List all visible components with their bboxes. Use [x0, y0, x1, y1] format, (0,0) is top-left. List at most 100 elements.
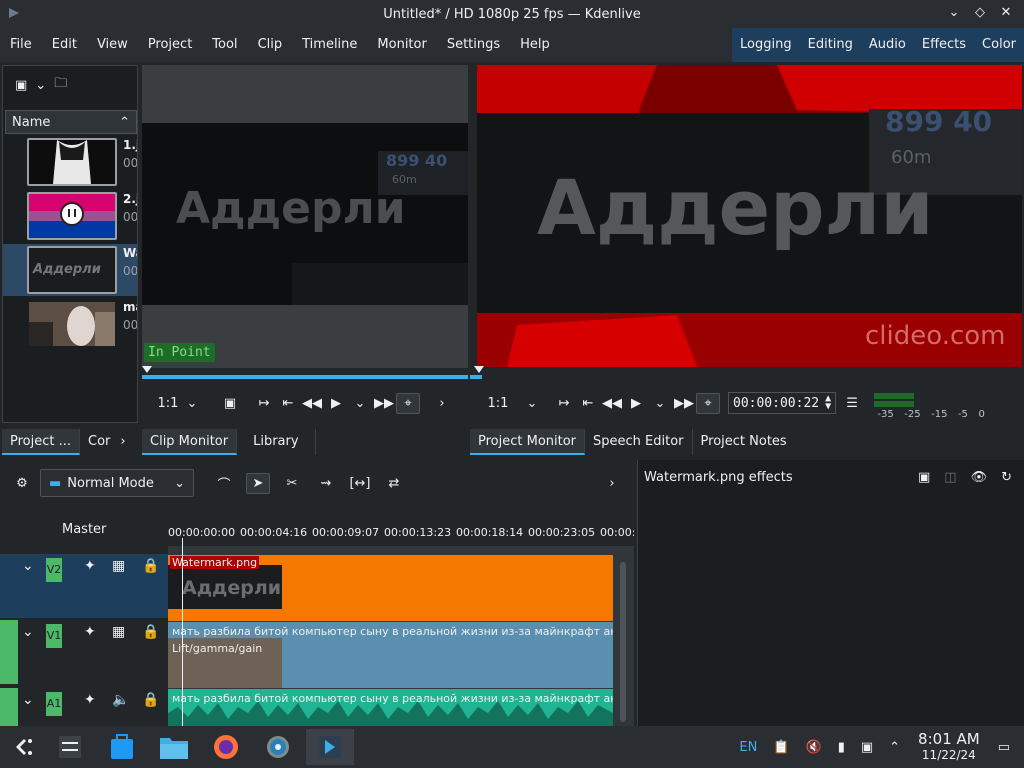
timeline-tracks[interactable]: 00:00:00:00 00:00:04:16 00:00:09:07 00:0… — [168, 522, 634, 726]
slip-tool-icon[interactable]: ⇝ — [314, 476, 338, 491]
timeline-scrollbar[interactable] — [620, 562, 626, 722]
maximize-icon[interactable]: ◇ — [972, 4, 988, 22]
slide-tool-icon[interactable]: ⇄ — [382, 476, 406, 491]
layout-logging[interactable]: Logging — [732, 28, 800, 62]
menu-view[interactable]: View — [87, 28, 138, 62]
battery-icon[interactable]: ▮ — [838, 740, 845, 755]
tab-compositions[interactable]: Cor — [80, 429, 118, 455]
tab-project-bin[interactable]: Project ... — [2, 429, 81, 455]
eye-icon[interactable]: 👁 — [971, 470, 988, 485]
lock-icon[interactable]: 🔒 — [142, 692, 159, 708]
keyboard-layout[interactable]: EN — [739, 740, 757, 755]
timeline-playhead[interactable] — [182, 538, 183, 726]
tab-library[interactable]: Library — [237, 429, 316, 455]
track-header-a1[interactable]: ⌄ A1 ✦ 🔈 🔒 — [0, 688, 168, 726]
edit-mode-select[interactable]: ▬ Normal Mode ⌄ — [40, 469, 194, 497]
play-icon[interactable]: ▶ — [624, 396, 648, 411]
menu-timeline[interactable]: Timeline — [292, 28, 367, 62]
layout-color[interactable]: Color — [974, 28, 1024, 62]
effect-wand-icon[interactable]: ✦ — [84, 558, 96, 574]
timeline-clip-audio[interactable]: мать разбила битой компьютер сыну в реал… — [168, 689, 613, 726]
taskbar-kdenlive[interactable] — [306, 729, 354, 765]
clock[interactable]: 8:01 AM 11/22/24 — [918, 731, 980, 763]
playhead-marker-icon[interactable] — [142, 366, 152, 373]
taskbar-settings[interactable] — [46, 729, 94, 765]
show-desktop-icon[interactable]: ▭ — [998, 740, 1010, 755]
playhead-marker-icon[interactable] — [474, 366, 484, 373]
play-icon[interactable]: ▶ — [324, 396, 348, 411]
timeline-clip-watermark[interactable]: Аддерли Watermark.png — [168, 555, 613, 621]
track-tag[interactable]: A1 — [46, 692, 62, 716]
effect-wand-icon[interactable]: ✦ — [84, 624, 96, 640]
volume-muted-icon[interactable]: 🔇 — [806, 740, 822, 755]
chevron-up-icon[interactable]: ⌃ — [889, 740, 900, 755]
menu-monitor[interactable]: Monitor — [367, 28, 436, 62]
menu-project[interactable]: Project — [138, 28, 202, 62]
chevron-down-icon[interactable]: ⌄ — [180, 396, 204, 411]
menu-settings[interactable]: Settings — [437, 28, 510, 62]
menu-edit[interactable]: Edit — [42, 28, 87, 62]
rewind-icon[interactable]: ◀◀ — [600, 396, 624, 411]
lock-icon[interactable]: 🔒 — [142, 558, 159, 574]
hamburger-menu-icon[interactable]: ☰ — [840, 396, 864, 411]
crop-icon[interactable]: ⌖ — [696, 392, 720, 414]
tab-project-notes[interactable]: Project Notes — [693, 429, 795, 455]
taskbar-firefox[interactable] — [202, 729, 250, 765]
layout-editing[interactable]: Editing — [800, 28, 861, 62]
selection-tool-icon[interactable]: ➤ — [246, 472, 270, 494]
spin-arrows-icon[interactable]: ▲ ▼ — [825, 394, 831, 412]
chevron-right-icon[interactable]: › — [430, 396, 454, 411]
chevron-right-icon[interactable]: › — [600, 476, 624, 491]
tab-clip-monitor[interactable]: Clip Monitor — [142, 429, 238, 455]
taskbar-store[interactable] — [98, 729, 146, 765]
layout-audio[interactable]: Audio — [861, 28, 914, 62]
chevron-right-icon[interactable]: › — [118, 429, 127, 455]
layout-effects[interactable]: Effects — [914, 28, 974, 62]
bin-item[interactable]: ma 00 — [3, 298, 137, 350]
clipboard-icon[interactable]: 📋 — [773, 740, 789, 755]
menu-clip[interactable]: Clip — [248, 28, 293, 62]
track-header-v2[interactable]: ⌄ V2 ✦ ▦ 🔒 — [0, 554, 168, 618]
rewind-icon[interactable]: ◀◀ — [300, 396, 324, 411]
taskbar-system-settings[interactable] — [254, 729, 302, 765]
razor-tool-icon[interactable]: ✂ — [280, 476, 304, 491]
chevron-down-icon[interactable]: ⌄ — [648, 396, 672, 411]
lock-icon[interactable]: 🔒 — [142, 624, 159, 640]
save-effect-icon[interactable]: ▣ — [918, 470, 930, 485]
chevron-down-icon[interactable]: ⌄ — [35, 78, 46, 93]
tab-project-monitor[interactable]: Project Monitor — [470, 429, 586, 455]
project-monitor-ruler[interactable] — [470, 366, 1022, 380]
collapse-chevron-icon[interactable]: ⌄ — [22, 558, 34, 574]
project-monitor[interactable]: Аддерли 899 40 60m clideo.com — [477, 65, 1022, 367]
clip-monitor[interactable]: Аддерли 899 40 60m In Point — [142, 65, 468, 370]
chevron-down-icon[interactable]: ⌄ — [520, 396, 544, 411]
compare-icon[interactable]: ◫ — [944, 470, 956, 485]
master-label[interactable]: Master — [62, 522, 106, 537]
fast-forward-icon[interactable]: ▶▶ — [372, 396, 396, 411]
clip-zoom-value[interactable]: 1:1 — [156, 396, 180, 411]
bin-name-column-header[interactable]: Name ⌃ — [5, 110, 137, 134]
project-zoom-value[interactable]: 1:1 — [486, 396, 510, 411]
track-tag[interactable]: V1 — [46, 624, 62, 648]
kdenlive-app-icon[interactable] — [6, 5, 22, 21]
set-out-point-icon[interactable]: ⇤ — [576, 396, 600, 411]
add-clip-icon[interactable]: ▣ — [15, 78, 27, 93]
clip-monitor-ruler[interactable] — [142, 366, 468, 380]
bin-item[interactable]: 1.j 00 — [3, 136, 137, 188]
menu-tool[interactable]: Tool — [202, 28, 247, 62]
timeline-settings-icon[interactable]: ⚙ — [10, 476, 34, 491]
collapse-chevron-icon[interactable]: ⌄ — [22, 624, 34, 640]
bin-item[interactable]: 2.j 00 — [3, 190, 137, 242]
app-launcher[interactable] — [0, 729, 48, 765]
minimize-icon[interactable]: ⌄ — [946, 4, 962, 22]
timecode-field[interactable]: 00:00:00:22 ▲ ▼ — [728, 392, 837, 414]
film-icon[interactable]: ▦ — [112, 624, 125, 640]
track-header-v1[interactable]: ⌄ V1 ✦ ▦ 🔒 — [0, 620, 168, 684]
speaker-icon[interactable]: 🔈 — [112, 692, 129, 708]
set-in-out-icon[interactable]: ▣ — [218, 396, 242, 411]
fast-forward-icon[interactable]: ▶▶ — [672, 396, 696, 411]
set-out-point-icon[interactable]: ⇤ — [276, 396, 300, 411]
set-in-point-icon[interactable]: ↦ — [252, 396, 276, 411]
network-icon[interactable]: ▣ — [861, 740, 873, 755]
close-icon[interactable]: ✕ — [998, 4, 1014, 22]
